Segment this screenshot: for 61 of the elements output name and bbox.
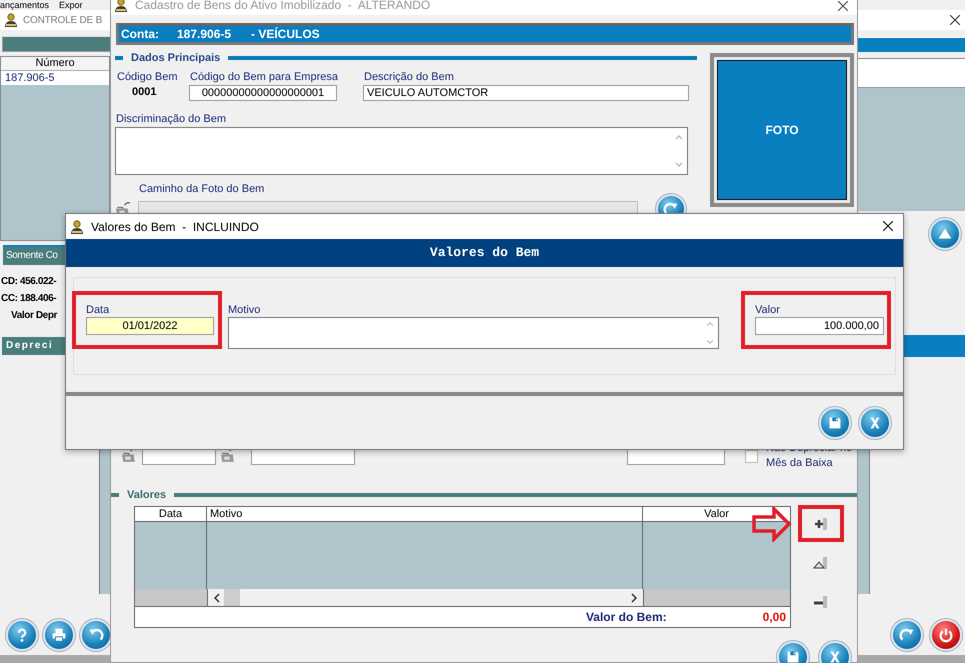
field-label: Discriminação do Bem xyxy=(115,113,228,126)
field-label: Data xyxy=(86,304,110,317)
column-header: Data xyxy=(135,507,207,521)
photo-field[interactable]: FOTO xyxy=(710,53,854,207)
asset-code: 0001 xyxy=(131,85,158,100)
scrollbar-thumb[interactable] xyxy=(224,589,240,606)
value-label: Valor Depr xyxy=(10,309,58,323)
input-field[interactable] xyxy=(251,449,356,465)
total-label: Valor do Bem: xyxy=(586,610,667,624)
input-field[interactable]: VEICULO AUTOMCTOR xyxy=(363,85,689,101)
column-header: Motivo xyxy=(207,507,643,521)
undo-button[interactable] xyxy=(80,619,112,651)
column-header: Valor xyxy=(703,507,730,521)
account-text: CD: 456.022- xyxy=(1,275,58,289)
horizontal-scrollbar[interactable] xyxy=(208,589,644,606)
dialog-title: Valores do Bem - INCLUINDO xyxy=(91,220,259,234)
people-icon xyxy=(113,0,129,13)
close-icon[interactable] xyxy=(883,221,893,231)
help-button[interactable] xyxy=(6,619,38,651)
field-label: Descrição do Bem xyxy=(363,71,455,84)
add-row-button[interactable] xyxy=(798,505,844,542)
column-header: Número xyxy=(35,57,75,70)
people-icon xyxy=(69,218,85,234)
input-field[interactable]: 00000000000000000001 xyxy=(189,85,337,101)
account-name: - VEÍCULOS xyxy=(251,27,320,41)
text-area[interactable] xyxy=(115,127,688,175)
field-label: Caminho da Foto do Bem xyxy=(138,183,266,196)
people-icon xyxy=(3,12,19,28)
text-area[interactable] xyxy=(228,317,719,349)
menu-item[interactable]: Expor xyxy=(59,0,83,10)
menu-item[interactable]: ançamentos xyxy=(0,0,50,10)
close-icon[interactable] xyxy=(950,15,960,25)
save-button[interactable] xyxy=(819,407,851,439)
arrow-annotation xyxy=(752,506,792,542)
up-button[interactable] xyxy=(929,218,961,250)
printer-icon xyxy=(50,626,68,644)
section-bar xyxy=(903,335,965,357)
date-field[interactable]: 01/01/2022 xyxy=(86,317,214,335)
redo-button[interactable] xyxy=(891,619,923,651)
account-number: 187.906-5 xyxy=(177,27,232,41)
checkbox[interactable] xyxy=(745,450,758,463)
section-title: Dados Principais xyxy=(131,52,220,64)
field-label: Código Bem xyxy=(116,71,179,84)
window-title: Cadastro de Bens do Ativo Imobilizado - ALTERANDO xyxy=(135,0,430,12)
total-value: 0,00 xyxy=(762,610,786,624)
power-button[interactable] xyxy=(930,619,962,651)
account-label: Conta: xyxy=(121,27,160,41)
dialog-header: Valores do Bem xyxy=(66,239,903,267)
field-label: Código do Bem para Empresa xyxy=(189,71,339,84)
cancel-button[interactable] xyxy=(859,407,891,439)
input-field[interactable] xyxy=(627,449,726,465)
field-label: Motivo xyxy=(228,304,262,317)
print-button[interactable] xyxy=(43,619,75,651)
close-icon[interactable] xyxy=(838,1,848,11)
section-title: Valores xyxy=(127,489,166,501)
field-label: Valor xyxy=(755,304,781,317)
window-title: CONTROLE DE B xyxy=(23,14,102,26)
power-icon xyxy=(937,626,955,644)
account-text: CC: 188.406- xyxy=(1,292,58,306)
value-field[interactable]: 100.000,00 xyxy=(755,317,884,335)
input-field[interactable] xyxy=(142,449,216,465)
